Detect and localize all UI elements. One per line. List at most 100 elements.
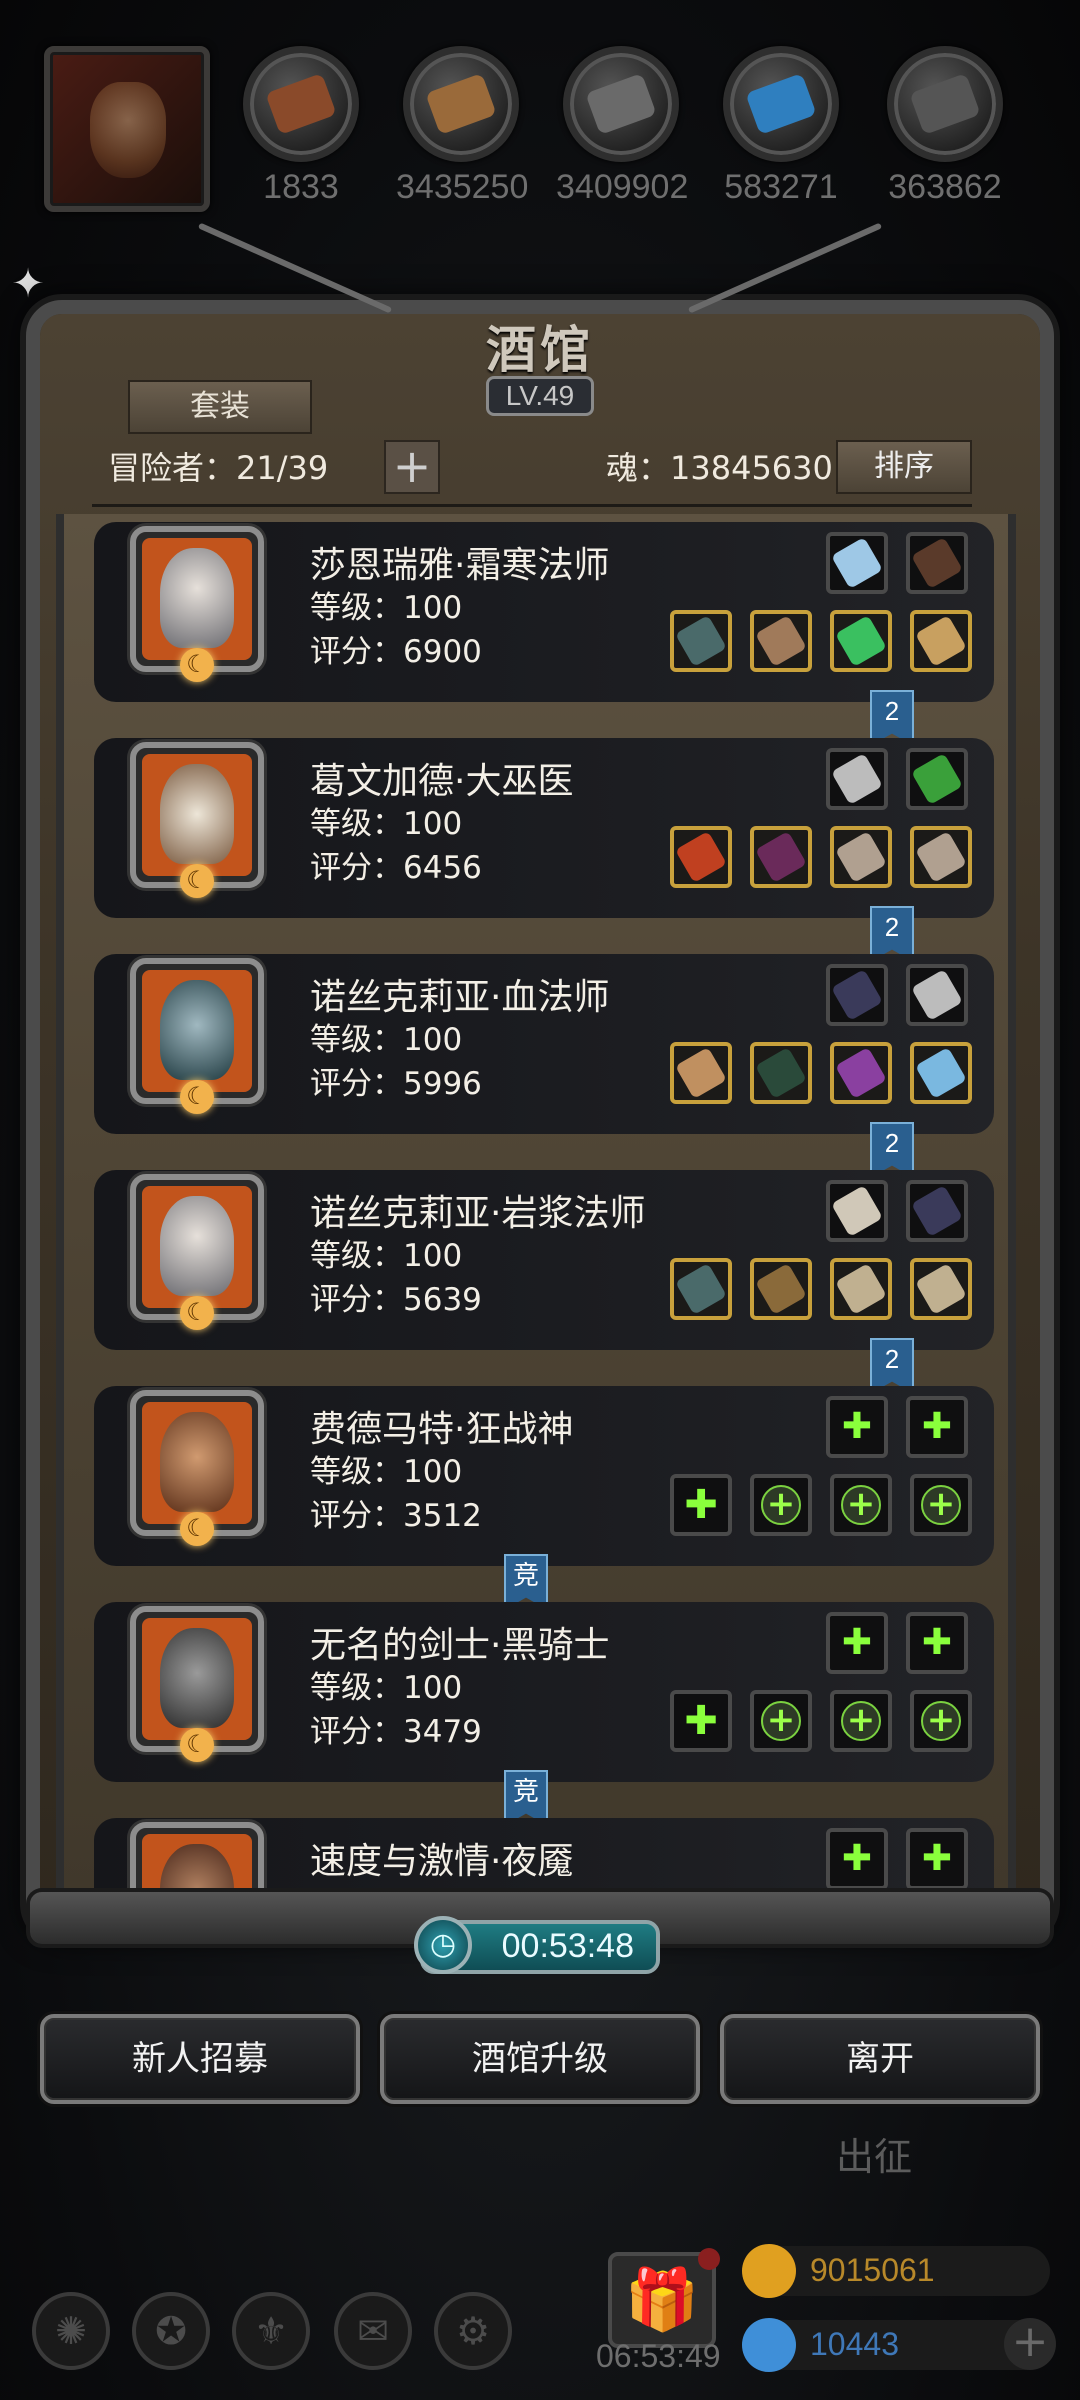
accessory-icon: [831, 537, 883, 589]
hero-card[interactable]: ☾ 葛文加德·大巫医 等级：100 评分：6456: [94, 738, 994, 918]
gear-slot[interactable]: [910, 826, 972, 888]
add-adventurer-button[interactable]: +: [384, 440, 440, 494]
hero-score: 评分：3512: [310, 1498, 482, 1534]
bow-icon: [831, 969, 883, 1021]
sort-button[interactable]: 排序: [836, 440, 972, 494]
hero-level: 等级：100: [310, 1670, 463, 1706]
gear-slot[interactable]: [826, 964, 888, 1026]
leave-button[interactable]: 离开: [720, 2014, 1040, 2104]
hero-card[interactable]: ☾ 诺丝克莉亚·岩浆法师 等级：100 评分：5639: [94, 1170, 994, 1350]
hero-portrait[interactable]: ☾: [130, 1174, 264, 1330]
gear-slot[interactable]: [906, 1180, 968, 1242]
necklace-icon: [915, 1263, 967, 1315]
set-button[interactable]: 套装: [128, 380, 312, 434]
gear-slot[interactable]: [910, 1042, 972, 1104]
hero-card[interactable]: 速度与激情·夜魇 ✚ ✚: [94, 1818, 994, 1900]
hero-portrait[interactable]: ☾: [130, 742, 264, 898]
hero-name: 费德马特·狂战神: [310, 1409, 574, 1450]
staff-icon: [675, 1047, 727, 1099]
clock-icon: ◷: [414, 1916, 472, 1974]
gear-slot[interactable]: [750, 1042, 812, 1104]
empty-gear-slot[interactable]: ✚: [906, 1828, 968, 1890]
hero-list[interactable]: ☾ 莎恩瑞雅·霜寒法师 等级：100 评分：6900 2 ☾ 葛文加德·大巫医 …: [56, 514, 1016, 1900]
add-ring-icon: +: [841, 1485, 881, 1525]
scroll-icon: [911, 753, 963, 805]
hero-card[interactable]: ☾ 无名的剑士·黑骑士 等级：100 评分：3479 ✚ ✚ ✚ + + +: [94, 1602, 994, 1782]
hero-name: 诺丝克莉亚·岩浆法师: [310, 1193, 646, 1234]
soul-count: 魂：13845630: [606, 449, 833, 487]
empty-gear-slot[interactable]: +: [750, 1474, 812, 1536]
staff-icon: [675, 615, 727, 667]
empty-gear-slot[interactable]: +: [910, 1690, 972, 1752]
empty-gear-slot[interactable]: +: [750, 1690, 812, 1752]
upgrade-tavern-button[interactable]: 酒馆升级: [380, 2014, 700, 2104]
gear-slot[interactable]: [826, 1180, 888, 1242]
resource-iron[interactable]: 363862: [880, 46, 1010, 207]
gear-slot[interactable]: [830, 826, 892, 888]
gear-slot[interactable]: [670, 1042, 732, 1104]
gear-slot[interactable]: [910, 1258, 972, 1320]
resource-bar: 1833 3435250 3409902 583271 363862: [0, 0, 1080, 220]
ring-icon: [835, 1047, 887, 1099]
gear-slot[interactable]: [670, 1258, 732, 1320]
hero-card[interactable]: ☾ 费德马特·狂战神 等级：100 评分：3512 ✚ ✚ ✚ + + +: [94, 1386, 994, 1566]
moon-icon: ☾: [180, 864, 214, 898]
player-avatar[interactable]: [44, 46, 210, 212]
empty-gear-slot[interactable]: ✚: [826, 1396, 888, 1458]
gear-slot[interactable]: [670, 610, 732, 672]
gem-icon: [742, 2318, 796, 2372]
gear-slot[interactable]: [910, 610, 972, 672]
gear-slot[interactable]: [750, 826, 812, 888]
add-gear-icon: ✚: [841, 1622, 873, 1663]
hero-card[interactable]: ☾ 莎恩瑞雅·霜寒法师 等级：100 评分：6900: [94, 522, 994, 702]
hero-portrait[interactable]: ☾: [130, 1606, 264, 1762]
resource-crystal[interactable]: 583271: [716, 46, 846, 207]
add-armor-icon: +: [761, 1701, 801, 1741]
gear-slot[interactable]: [906, 964, 968, 1026]
hero-portrait[interactable]: ☾: [130, 958, 264, 1114]
empty-gear-slot[interactable]: +: [830, 1690, 892, 1752]
add-gear-icon: ✚: [841, 1406, 873, 1447]
gear-slot[interactable]: [906, 532, 968, 594]
gear-slot[interactable]: [750, 610, 812, 672]
helmet-icon: [831, 753, 883, 805]
resource-wood[interactable]: 3435250: [396, 46, 528, 207]
empty-gear-slot[interactable]: ✚: [670, 1474, 732, 1536]
resource-value: 363862: [888, 168, 1002, 206]
gear-slot[interactable]: [750, 1258, 812, 1320]
gear-slot[interactable]: [830, 1258, 892, 1320]
hero-portrait[interactable]: ☾: [130, 526, 264, 682]
resource-meat[interactable]: 1833: [236, 46, 366, 207]
empty-gear-slot[interactable]: ✚: [906, 1396, 968, 1458]
puzzle-icon[interactable]: ✦: [6, 262, 50, 306]
recruit-button[interactable]: 新人招募: [40, 2014, 360, 2104]
gem-amount: 10443: [810, 2326, 899, 2362]
crystal-icon: [723, 46, 839, 162]
moon-icon: ☾: [180, 1728, 214, 1762]
gear-slot[interactable]: [830, 610, 892, 672]
gear-slot[interactable]: [830, 1042, 892, 1104]
hero-portrait[interactable]: [130, 1822, 264, 1900]
divider: [92, 504, 972, 507]
empty-gear-slot[interactable]: ✚: [826, 1828, 888, 1890]
hero-portrait[interactable]: ☾: [130, 1390, 264, 1546]
necklace-icon: [835, 1263, 887, 1315]
resource-stone[interactable]: 3409902: [556, 46, 688, 207]
hero-name: 诺丝克莉亚·血法师: [310, 977, 610, 1018]
empty-gear-slot[interactable]: ✚: [670, 1690, 732, 1752]
add-currency-icon: +: [1004, 2318, 1056, 2370]
hero-bust: [160, 548, 234, 648]
empty-gear-slot[interactable]: +: [910, 1474, 972, 1536]
gear-slot[interactable]: [670, 826, 732, 888]
gear-slot[interactable]: [826, 748, 888, 810]
add-weapon-icon: ✚: [684, 1698, 718, 1744]
gear-slot[interactable]: [826, 532, 888, 594]
timer-value: 00:53:48: [501, 1927, 634, 1965]
empty-gear-slot[interactable]: ✚: [826, 1612, 888, 1674]
empty-gear-slot[interactable]: +: [830, 1474, 892, 1536]
adventurer-count: 冒险者：21/39: [108, 449, 329, 487]
empty-gear-slot[interactable]: ✚: [906, 1612, 968, 1674]
gear-slot[interactable]: [906, 748, 968, 810]
hero-card[interactable]: ☾ 诺丝克莉亚·血法师 等级：100 评分：5996: [94, 954, 994, 1134]
tavern-title: 酒馆: [486, 320, 594, 379]
